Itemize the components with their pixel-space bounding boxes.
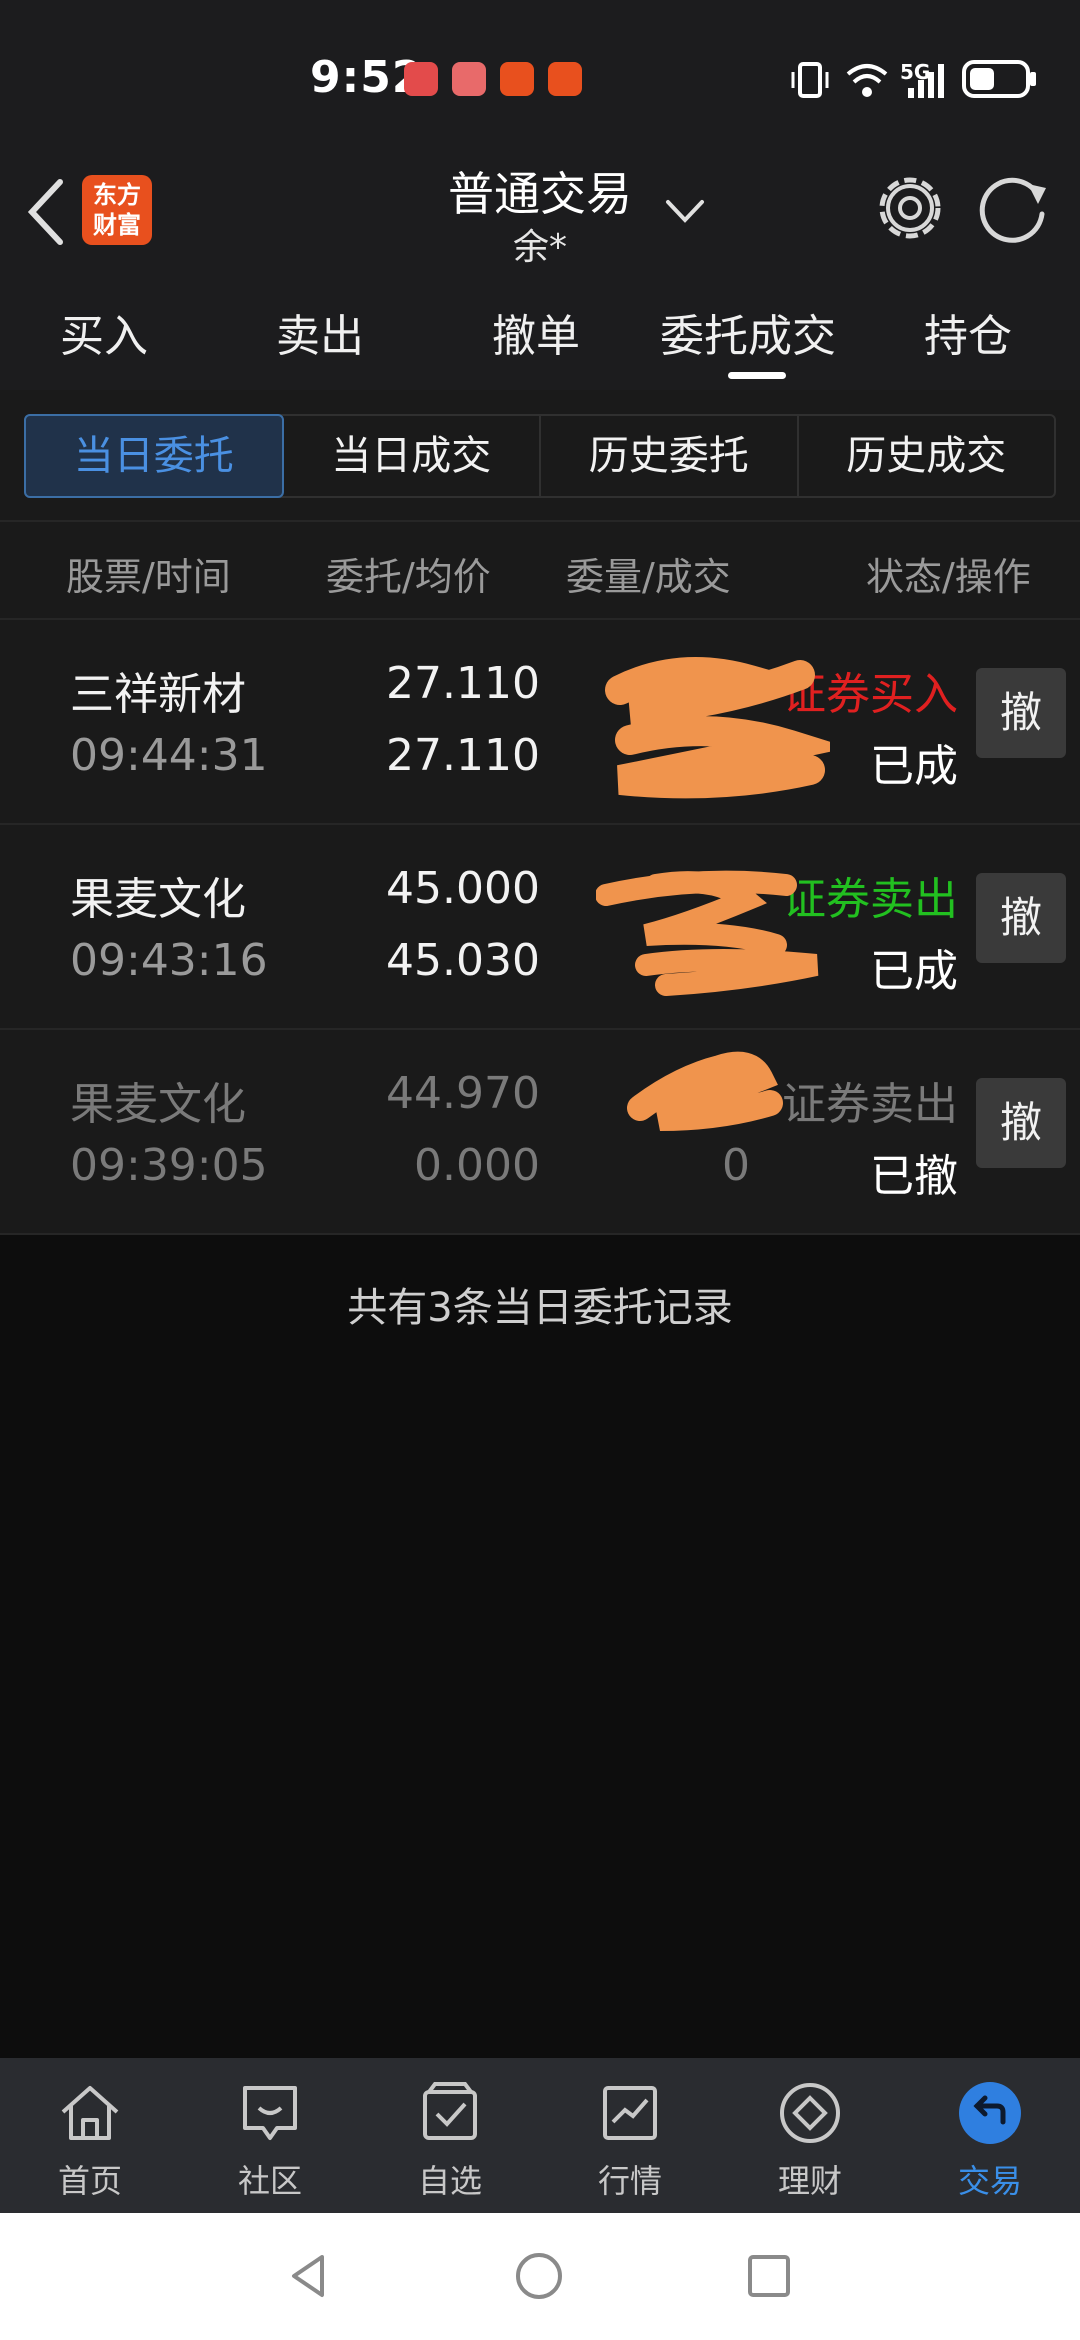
nav-finance[interactable]: 理财	[740, 2078, 880, 2202]
order-time: 09:39:05	[70, 1140, 268, 1191]
cancel-order-button[interactable]: 撤	[976, 1078, 1066, 1168]
segmented-control: 当日委托 当日成交 历史委托 历史成交	[24, 414, 1056, 498]
system-navigation-bar	[0, 2213, 1080, 2340]
huawei-app-icon	[404, 62, 438, 96]
column-header-status: 状态/操作	[866, 555, 1031, 599]
logo-text-1: 东方	[93, 181, 141, 209]
stock-name: 三祥新材	[70, 669, 246, 720]
status-bar: 9:52 5G	[0, 0, 1080, 150]
logo-text-2: 财富	[93, 211, 141, 239]
nav-label: 理财	[777, 2162, 842, 2200]
order-row[interactable]: 果麦文化 09:39:05 44.970 0.000 0 证券卖出 已撤 撤	[0, 1030, 1080, 1235]
order-time: 09:43:16	[70, 935, 268, 986]
refresh-icon[interactable]	[974, 170, 1054, 250]
avg-price: 45.030	[386, 935, 540, 986]
wifi-icon	[846, 64, 888, 97]
order-row[interactable]: 三祥新材 09:44:31 27.110 27.110 证券买入 已成 撤	[0, 620, 1080, 825]
active-tab-indicator	[728, 372, 786, 379]
column-header-price: 委托/均价	[326, 555, 491, 599]
redaction-scribble	[627, 1051, 783, 1131]
nav-trade[interactable]: 交易	[920, 2078, 1060, 2202]
signal-icon	[908, 64, 944, 98]
segment-bar: 当日委托 当日成交 历史委托 历史成交	[0, 390, 1080, 520]
order-direction: 证券卖出	[782, 1079, 958, 1130]
nav-home[interactable]: 首页	[20, 2078, 160, 2202]
tab-sell[interactable]: 卖出	[276, 300, 364, 364]
order-status: 已成	[870, 946, 958, 997]
redaction-scribble	[596, 870, 819, 996]
order-status: 已成	[870, 741, 958, 792]
order-time: 09:44:31	[70, 730, 268, 781]
segment-today-deals[interactable]: 当日成交	[284, 416, 541, 496]
eastmoney-app-icon	[500, 62, 534, 96]
column-header-stock-time: 股票/时间	[66, 555, 231, 599]
nav-community[interactable]: 社区	[200, 2078, 340, 2202]
stock-name: 果麦文化	[70, 1079, 246, 1130]
bottom-nav: 首页 社区 自选 行情 理财 交易	[0, 2058, 1080, 2213]
gear-icon[interactable]	[872, 170, 948, 246]
cancel-order-button[interactable]: 撤	[976, 873, 1066, 963]
nav-label: 首页	[57, 2162, 122, 2200]
market-icon	[603, 2086, 657, 2140]
system-recents-icon[interactable]	[744, 2251, 794, 2301]
eastmoney-logo: 东方 财富	[82, 175, 152, 245]
order-row[interactable]: 果麦文化 09:43:16 45.000 45.030 证券卖出 已成 撤	[0, 825, 1080, 1030]
app-header: 东方 财富 普通交易 余*	[0, 150, 1080, 300]
records-summary: 共有3条当日委托记录	[347, 1285, 733, 1331]
home-icon	[61, 2086, 119, 2140]
account-name[interactable]: 余*	[440, 218, 640, 270]
tab-buy[interactable]: 买入	[60, 300, 148, 364]
nav-watchlist[interactable]: 自选	[380, 2078, 520, 2202]
segment-history-orders[interactable]: 历史委托	[541, 416, 799, 496]
finance-icon	[780, 2083, 840, 2143]
nav-label: 社区	[237, 2162, 302, 2200]
order-status: 已撤	[870, 1151, 958, 1202]
watchlist-icon	[423, 2082, 477, 2140]
order-price: 44.970	[386, 1068, 540, 1119]
avg-price: 27.110	[386, 730, 540, 781]
back-arrow-icon[interactable]	[20, 172, 80, 252]
community-icon	[243, 2086, 297, 2140]
order-price: 27.110	[386, 658, 540, 709]
tab-cancel-order[interactable]: 撤单	[492, 300, 580, 364]
vibrate-icon	[791, 62, 829, 98]
trade-tabs: 买入 卖出 撤单 委托成交 持仓	[0, 290, 1080, 390]
nav-label: 自选	[417, 2162, 482, 2200]
book-app-icon	[452, 62, 486, 96]
redaction-scribble	[605, 657, 830, 799]
tab-positions[interactable]: 持仓	[924, 300, 1012, 364]
chevron-down-icon[interactable]	[660, 192, 710, 232]
trade-icon	[959, 2082, 1021, 2144]
app-root: 9:52 5G 东方 财富 普通交易 余* 买入 卖出 撤单 委托成交 持仓 当…	[0, 0, 1080, 2340]
segment-history-deals[interactable]: 历史成交	[799, 416, 1055, 496]
nav-market[interactable]: 行情	[560, 2078, 700, 2202]
page-title[interactable]: 普通交易	[390, 158, 690, 224]
nav-label: 交易	[957, 2162, 1022, 2200]
table-header: 股票/时间 委托/均价 委量/成交 状态/操作	[0, 520, 1080, 620]
stock-name: 果麦文化	[70, 874, 246, 925]
order-price: 45.000	[386, 863, 540, 914]
nav-label: 行情	[597, 2162, 662, 2200]
system-back-icon[interactable]	[284, 2251, 334, 2301]
battery-icon	[962, 60, 1036, 98]
system-home-icon[interactable]	[514, 2251, 564, 2301]
avg-price: 0.000	[414, 1140, 540, 1191]
column-header-quantity: 委量/成交	[566, 555, 731, 599]
segment-today-orders[interactable]: 当日委托	[24, 414, 284, 498]
tab-orders-deals[interactable]: 委托成交	[660, 300, 836, 364]
cancel-order-button[interactable]: 撤	[976, 668, 1066, 758]
eastmoney-app-icon	[548, 62, 582, 96]
